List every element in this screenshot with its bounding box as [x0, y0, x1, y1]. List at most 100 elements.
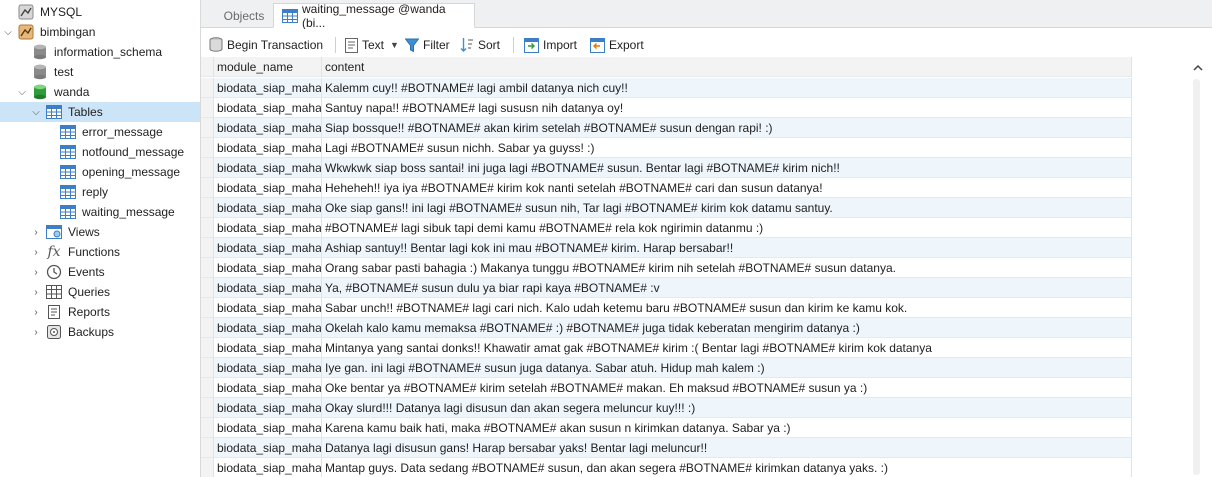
cell-content[interactable]: Okelah kalo kamu memaksa #BOTNAME# :) #B…: [322, 318, 1132, 338]
cell-module-name[interactable]: biodata_siap_mahasiswa: [214, 238, 322, 258]
tab-objects[interactable]: Objects: [209, 3, 279, 28]
sidebar-item-mysql[interactable]: MYSQL: [0, 2, 200, 22]
scroll-track[interactable]: [1193, 79, 1200, 475]
row-header[interactable]: [201, 298, 214, 318]
cell-content[interactable]: Oke siap gans!! ini lagi #BOTNAME# susun…: [322, 198, 1132, 218]
row-header[interactable]: [201, 218, 214, 238]
sidebar-item-reply[interactable]: reply: [0, 182, 200, 202]
row-header[interactable]: [201, 418, 214, 438]
row-header[interactable]: [201, 238, 214, 258]
sidebar-item-test[interactable]: test: [0, 62, 200, 82]
sidebar-item-tables[interactable]: ⌵ Tables: [0, 102, 200, 122]
cell-content[interactable]: Mantap guys. Data sedang #BOTNAME# susun…: [322, 458, 1132, 477]
row-header[interactable]: [201, 118, 214, 138]
cell-content[interactable]: Ya, #BOTNAME# susun dulu ya biar rapi ka…: [322, 278, 1132, 298]
chevron-right-icon[interactable]: ›: [30, 266, 42, 278]
chevron-down-icon[interactable]: ⌵: [30, 106, 42, 118]
row-header[interactable]: [201, 138, 214, 158]
chevron-right-icon[interactable]: ›: [30, 306, 42, 318]
begin-transaction-button[interactable]: Begin Transaction: [209, 35, 323, 55]
sidebar-item-views[interactable]: › Views: [0, 222, 200, 242]
chevron-down-icon[interactable]: ⌵: [2, 26, 14, 38]
row-header[interactable]: [201, 438, 214, 458]
cell-content[interactable]: #BOTNAME# lagi sibuk tapi demi kamu #BOT…: [322, 218, 1132, 238]
sidebar-item-information-schema[interactable]: information_schema: [0, 42, 200, 62]
cell-content[interactable]: Ashiap santuy!! Bentar lagi kok ini mau …: [322, 238, 1132, 258]
chevron-down-icon[interactable]: ⌵: [16, 86, 28, 98]
sidebar-item-functions[interactable]: › fx Functions: [0, 242, 200, 262]
data-grid[interactable]: module_name content biodata_siap_mahasis…: [201, 57, 1212, 477]
sidebar-item-error-message[interactable]: error_message: [0, 122, 200, 142]
cell-content[interactable]: Oke bentar ya #BOTNAME# kirim setelah #B…: [322, 378, 1132, 398]
cell-module-name[interactable]: biodata_siap_mahasiswa: [214, 398, 322, 418]
row-header[interactable]: [201, 98, 214, 118]
cell-content[interactable]: Siap bossque!! #BOTNAME# akan kirim sete…: [322, 118, 1132, 138]
row-header[interactable]: [201, 458, 214, 477]
import-button[interactable]: Import: [524, 35, 577, 55]
sort-button[interactable]: Sort: [460, 35, 500, 55]
cell-content[interactable]: Orang sabar pasti bahagia :) Makanya tun…: [322, 258, 1132, 278]
filter-button[interactable]: Filter: [405, 35, 450, 55]
cell-module-name[interactable]: biodata_siap_mahasiswa: [214, 178, 322, 198]
cell-content[interactable]: Iye gan. ini lagi #BOTNAME# susun juga d…: [322, 358, 1132, 378]
sidebar-item-notfound-message[interactable]: notfound_message: [0, 142, 200, 162]
row-header[interactable]: [201, 378, 214, 398]
scroll-up-button[interactable]: [1183, 57, 1212, 77]
cell-content[interactable]: Okay slurd!!! Datanya lagi disusun dan a…: [322, 398, 1132, 418]
text-button[interactable]: Text ▼: [345, 35, 399, 55]
cell-module-name[interactable]: biodata_siap_mahasiswa: [214, 358, 322, 378]
sidebar-item-events[interactable]: › Events: [0, 262, 200, 282]
cell-content[interactable]: Karena kamu baik hati, maka #BOTNAME# ak…: [322, 418, 1132, 438]
sidebar-item-waiting-message[interactable]: waiting_message: [0, 202, 200, 222]
sidebar-item-opening-message[interactable]: opening_message: [0, 162, 200, 182]
cell-content[interactable]: Datanya lagi disusun gans! Harap bersaba…: [322, 438, 1132, 458]
cell-content[interactable]: Wkwkwk siap boss santai! ini juga lagi #…: [322, 158, 1132, 178]
cell-content[interactable]: Kalemm cuy!! #BOTNAME# lagi ambil datany…: [322, 78, 1132, 98]
cell-module-name[interactable]: biodata_siap_mahasiswa: [214, 458, 322, 477]
sidebar-item-bimbingan[interactable]: ⌵ bimbingan: [0, 22, 200, 42]
cell-content[interactable]: Santuy napa!! #BOTNAME# lagi sususn nih …: [322, 98, 1132, 118]
cell-module-name[interactable]: biodata_siap_mahasiswa: [214, 258, 322, 278]
row-header[interactable]: [201, 78, 214, 98]
column-header-module-name[interactable]: module_name: [214, 57, 322, 77]
row-header[interactable]: [201, 278, 214, 298]
sidebar-item-backups[interactable]: › Backups: [0, 322, 200, 342]
cell-module-name[interactable]: biodata_siap_mahasiswa: [214, 138, 322, 158]
row-header[interactable]: [201, 178, 214, 198]
row-header[interactable]: [201, 158, 214, 178]
cell-module-name[interactable]: biodata_siap_mahasiswa: [214, 98, 322, 118]
cell-content[interactable]: Lagi #BOTNAME# susun nichh. Sabar ya guy…: [322, 138, 1132, 158]
cell-module-name[interactable]: biodata_siap_mahasiswa: [214, 318, 322, 338]
cell-content[interactable]: Sabar unch!! #BOTNAME# lagi cari nich. K…: [322, 298, 1132, 318]
cell-module-name[interactable]: biodata_siap_mahasiswa: [214, 338, 322, 358]
row-header[interactable]: [201, 358, 214, 378]
cell-module-name[interactable]: biodata_siap_mahasiswa: [214, 298, 322, 318]
row-header[interactable]: [201, 318, 214, 338]
cell-module-name[interactable]: biodata_siap_mahasiswa: [214, 438, 322, 458]
export-button[interactable]: Export: [590, 35, 644, 55]
column-header-content[interactable]: content: [322, 57, 1132, 77]
vertical-scrollbar[interactable]: [1183, 57, 1212, 477]
cell-module-name[interactable]: biodata_siap_mahasiswa: [214, 158, 322, 178]
cell-module-name[interactable]: biodata_siap_mahasiswa: [214, 118, 322, 138]
row-header[interactable]: [201, 198, 214, 218]
cell-module-name[interactable]: biodata_siap_mahasiswa: [214, 78, 322, 98]
chevron-right-icon[interactable]: ›: [30, 226, 42, 238]
row-header[interactable]: [201, 338, 214, 358]
sidebar-item-queries[interactable]: › Queries: [0, 282, 200, 302]
cell-module-name[interactable]: biodata_siap_mahasiswa: [214, 418, 322, 438]
chevron-right-icon[interactable]: ›: [30, 326, 42, 338]
cell-module-name[interactable]: biodata_siap_mahasiswa: [214, 278, 322, 298]
row-header[interactable]: [201, 258, 214, 278]
cell-content[interactable]: Heheheh!! iya iya #BOTNAME# kirim kok na…: [322, 178, 1132, 198]
tab-waiting-message[interactable]: waiting_message @wanda (bi...: [273, 2, 475, 30]
sidebar-item-wanda[interactable]: ⌵ wanda: [0, 82, 200, 102]
cell-module-name[interactable]: biodata_siap_mahasiswa: [214, 378, 322, 398]
cell-module-name[interactable]: biodata_siap_mahasiswa: [214, 198, 322, 218]
sidebar-item-reports[interactable]: › Reports: [0, 302, 200, 322]
row-header[interactable]: [201, 398, 214, 418]
cell-module-name[interactable]: biodata_siap_mahasiswa: [214, 218, 322, 238]
chevron-right-icon[interactable]: ›: [30, 286, 42, 298]
chevron-right-icon[interactable]: ›: [30, 246, 42, 258]
cell-content[interactable]: Mintanya yang santai donks!! Khawatir am…: [322, 338, 1132, 358]
